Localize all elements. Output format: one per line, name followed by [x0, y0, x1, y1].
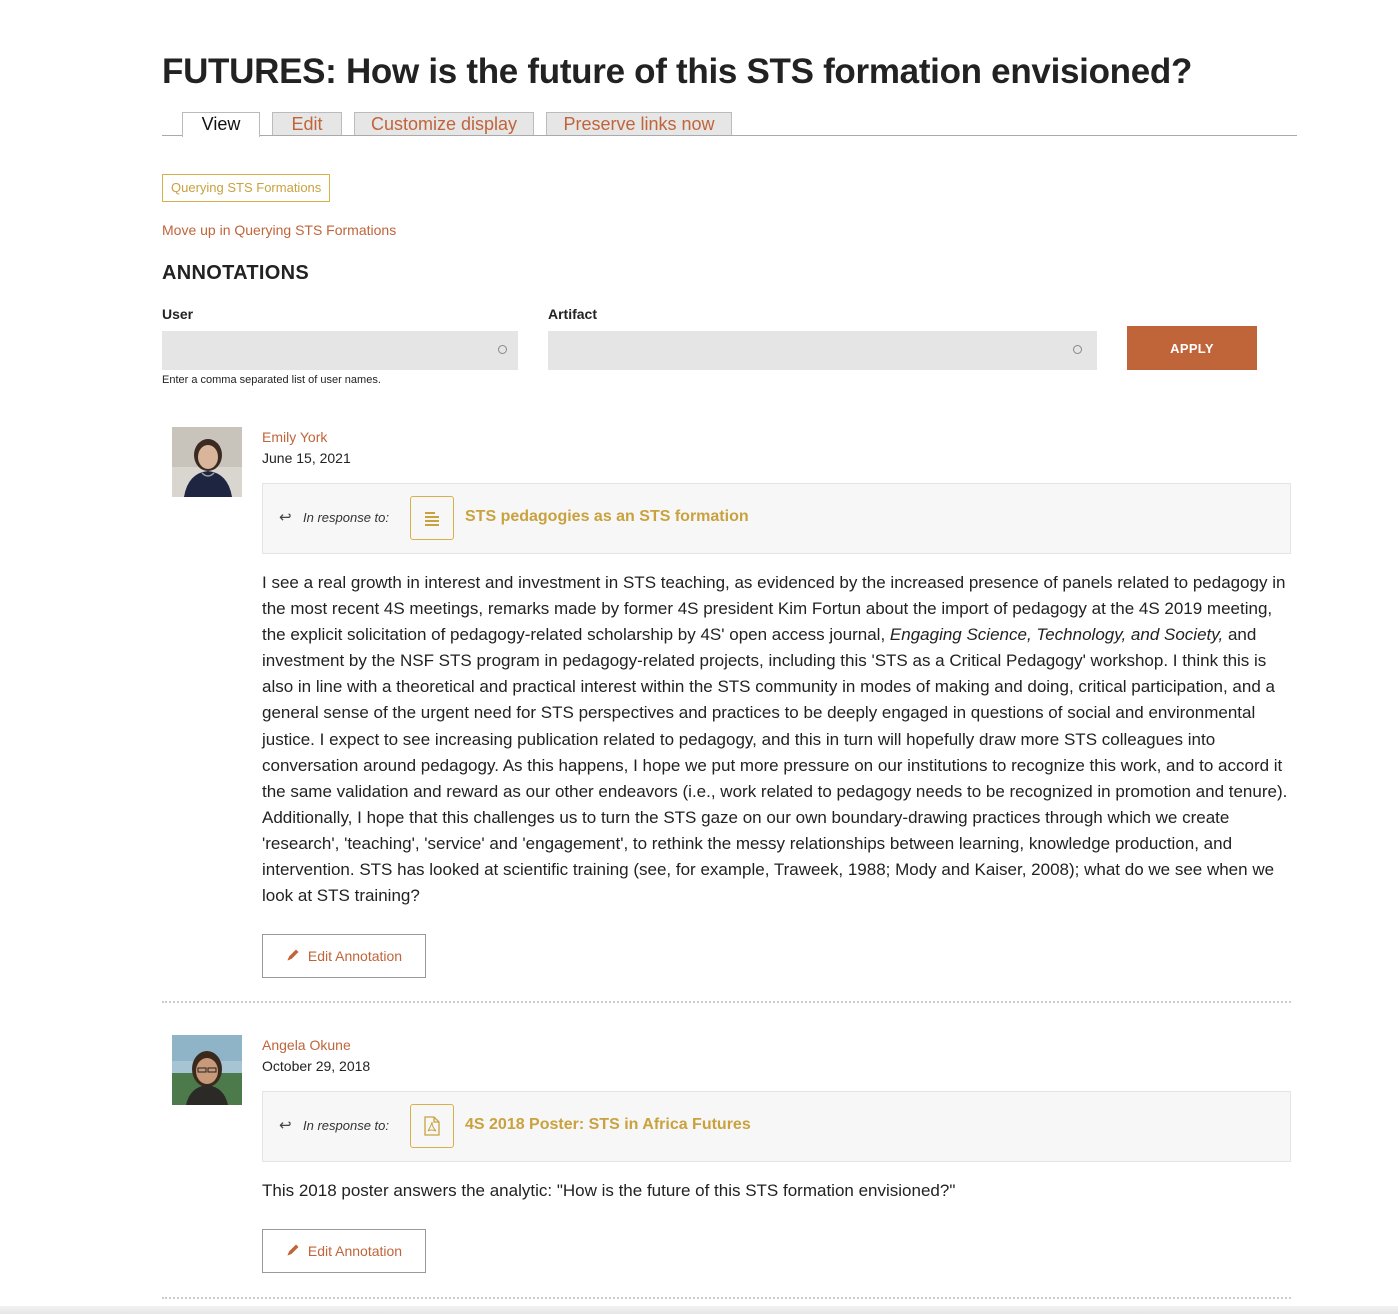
edit-annotation-label: Edit Annotation	[307, 1243, 403, 1259]
annotation-text-part: and investment by the NSF STS program in…	[262, 625, 1288, 906]
tab-customize-display[interactable]: Customize display	[354, 112, 534, 135]
annotation-divider	[162, 1001, 1291, 1003]
annotation-text: This 2018 poster answers the analytic: "…	[262, 1181, 956, 1200]
artifact-filter-input[interactable]	[548, 331, 1097, 370]
response-label: In response to:	[303, 510, 389, 525]
pencil-icon	[286, 948, 300, 965]
user-filter-label: User	[162, 306, 194, 322]
avatar	[172, 427, 242, 497]
page-title: FUTURES: How is the future of this STS f…	[162, 52, 1193, 91]
collection-tag[interactable]: Querying STS Formations	[162, 174, 331, 202]
tab-bar: View Edit Customize display Preserve lin…	[162, 112, 1297, 137]
edit-annotation-button[interactable]: Edit Annotation	[262, 934, 426, 978]
user-filter-input[interactable]	[162, 331, 518, 370]
tab-preserve-links[interactable]: Preserve links now	[546, 112, 732, 135]
response-label: In response to:	[303, 1118, 389, 1133]
response-box: ↩ In response to: 4S 2018 Poster: STS in…	[262, 1091, 1291, 1162]
journal-title: Engaging Science, Technology, and Societ…	[889, 625, 1224, 645]
annotations-heading: ANNOTATIONS	[162, 262, 309, 284]
autocomplete-throbber-icon	[498, 345, 507, 354]
annotation-date: June 15, 2021	[262, 450, 351, 466]
page-bottom-edge	[0, 1306, 1398, 1314]
response-box: ↩ In response to: STS pedagogies as an S…	[262, 483, 1291, 554]
pencil-icon	[286, 1243, 300, 1260]
tab-view[interactable]: View	[182, 112, 260, 137]
edit-annotation-button[interactable]: Edit Annotation	[262, 1229, 426, 1273]
annotation-divider	[162, 1297, 1291, 1299]
annotation-text: I see a real growth in interest and inve…	[262, 570, 1292, 909]
artifact-filter-label: Artifact	[548, 306, 598, 322]
author-name[interactable]: Angela Okune	[262, 1037, 351, 1053]
response-title-link[interactable]: STS pedagogies as an STS formation	[465, 508, 749, 526]
text-document-icon[interactable]	[410, 496, 454, 540]
tab-edit[interactable]: Edit	[272, 112, 342, 135]
author-name[interactable]: Emily York	[262, 429, 327, 445]
annotation-date: October 29, 2018	[262, 1058, 371, 1074]
reply-arrow-icon: ↩	[279, 509, 292, 526]
avatar	[172, 1035, 242, 1105]
apply-button[interactable]: APPLY	[1127, 326, 1257, 370]
pdf-document-icon[interactable]	[410, 1104, 454, 1148]
edit-annotation-label: Edit Annotation	[307, 948, 403, 964]
move-up-link[interactable]: Move up in Querying STS Formations	[162, 222, 396, 238]
autocomplete-throbber-icon	[1073, 345, 1082, 354]
reply-arrow-icon: ↩	[279, 1117, 292, 1134]
response-title-link[interactable]: 4S 2018 Poster: STS in Africa Futures	[465, 1116, 751, 1134]
user-filter-help: Enter a comma separated list of user nam…	[162, 374, 381, 386]
